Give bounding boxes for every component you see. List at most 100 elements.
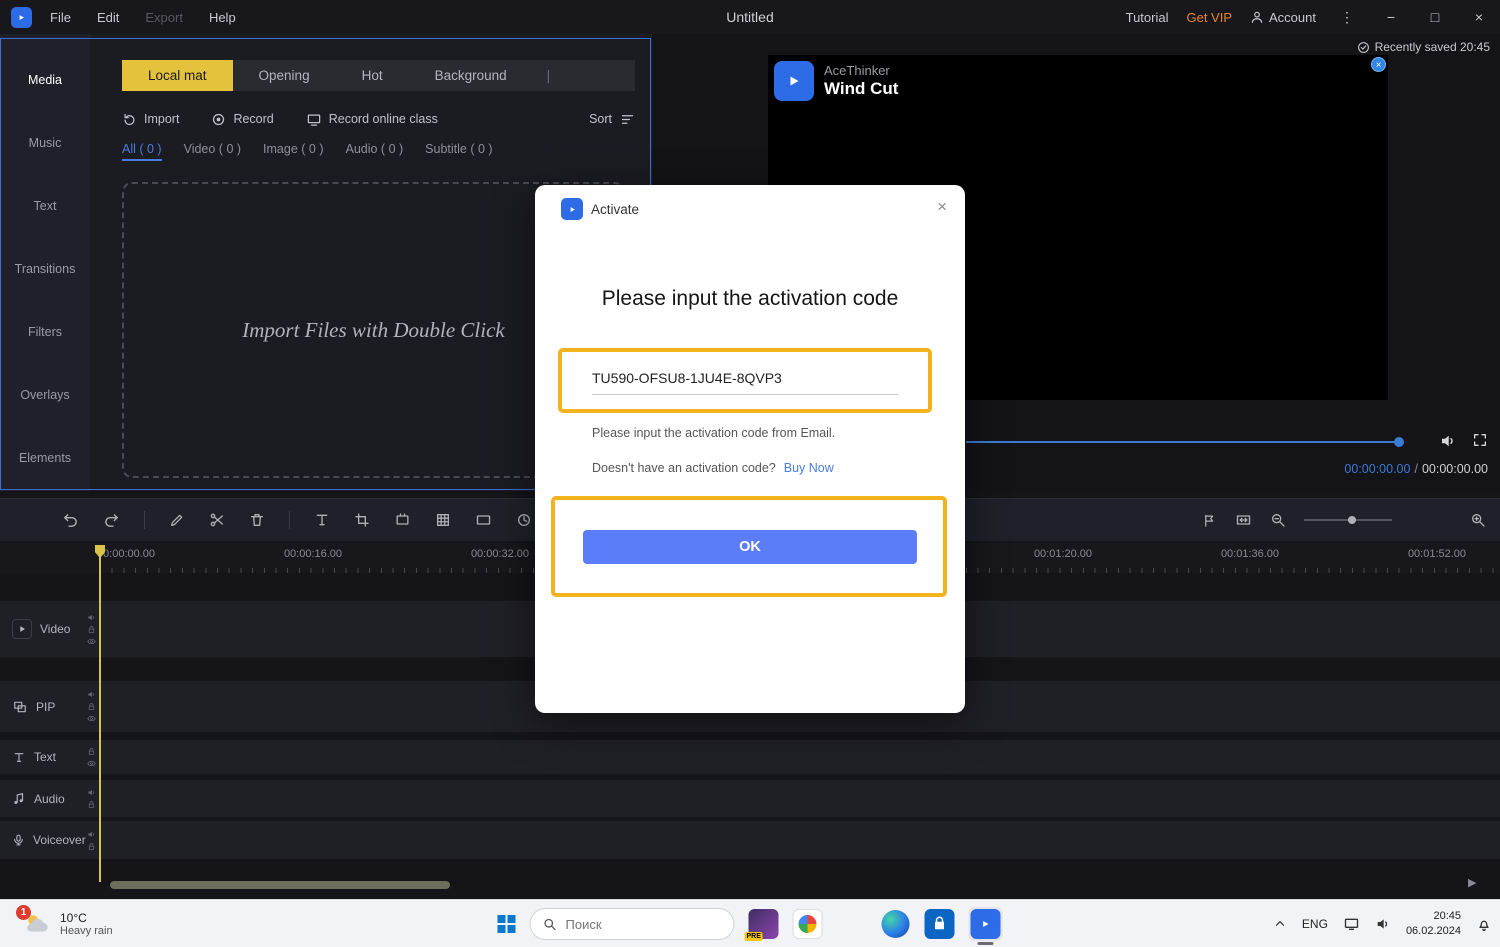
lock-icon[interactable] bbox=[87, 702, 96, 711]
playhead[interactable] bbox=[99, 545, 101, 882]
sidebar-item-elements[interactable]: Elements bbox=[0, 426, 90, 489]
undo-icon[interactable] bbox=[62, 512, 79, 529]
filter-video[interactable]: Video ( 0 ) bbox=[184, 142, 241, 161]
crop-icon[interactable] bbox=[354, 512, 370, 528]
titlebar: File Edit Export Help Untitled Tutorial … bbox=[0, 0, 1500, 34]
show-hidden-icons-chevron[interactable] bbox=[1273, 917, 1287, 931]
weather-widget[interactable]: 1 10°C Heavy rain bbox=[22, 900, 113, 947]
sort-button[interactable]: Sort bbox=[589, 112, 635, 127]
fit-timeline-icon[interactable] bbox=[1235, 512, 1252, 528]
track-audio[interactable]: Audio bbox=[0, 779, 1500, 818]
text-tool-icon[interactable] bbox=[314, 512, 330, 528]
sidebar-item-media[interactable]: Media bbox=[0, 48, 90, 111]
clock[interactable]: 20:45 06.02.2024 bbox=[1406, 909, 1461, 939]
lock-icon[interactable] bbox=[87, 842, 96, 851]
taskbar-app-edge[interactable] bbox=[881, 909, 911, 939]
record-online-label: Record online class bbox=[329, 112, 438, 126]
fullscreen-icon[interactable] bbox=[1472, 432, 1488, 448]
timeline-horizontal-scrollbar[interactable] bbox=[110, 881, 450, 889]
marker-icon[interactable] bbox=[1202, 513, 1217, 528]
tutorial-link[interactable]: Tutorial bbox=[1126, 10, 1169, 25]
record-online-class-button[interactable]: Record online class bbox=[306, 112, 438, 127]
dialog-close-icon[interactable]: × bbox=[937, 197, 947, 217]
taskbar-app-explorer[interactable] bbox=[837, 909, 867, 939]
lock-icon[interactable] bbox=[87, 800, 96, 809]
speed-icon[interactable] bbox=[516, 512, 532, 528]
media-filters: All ( 0 ) Video ( 0 ) Image ( 0 ) Audio … bbox=[122, 142, 493, 161]
zoom-in-icon[interactable] bbox=[1470, 512, 1486, 528]
taskbar-app-windcut-active[interactable] bbox=[969, 907, 1003, 941]
mute-icon[interactable] bbox=[87, 690, 96, 699]
scroll-right-arrow[interactable]: ▶ bbox=[1468, 876, 1476, 889]
mosaic-icon[interactable] bbox=[435, 512, 451, 528]
volume-slider-handle[interactable] bbox=[1394, 437, 1404, 447]
ok-button[interactable]: OK bbox=[583, 530, 917, 564]
search-input[interactable] bbox=[566, 917, 706, 932]
taskbar-search[interactable] bbox=[530, 908, 735, 940]
volume-slider-track[interactable] bbox=[966, 441, 1398, 443]
sidebar-item-overlays[interactable]: Overlays bbox=[0, 363, 90, 426]
track-voiceover[interactable]: Voiceover bbox=[0, 820, 1500, 860]
tab-hot[interactable]: Hot bbox=[336, 60, 409, 91]
annotation-highlight-input bbox=[558, 348, 932, 413]
filter-all[interactable]: All ( 0 ) bbox=[122, 142, 162, 161]
canvas-icon[interactable] bbox=[394, 512, 411, 528]
annotation-close-badge[interactable]: × bbox=[1371, 57, 1386, 72]
hide-icon[interactable] bbox=[87, 637, 96, 646]
tab-local-material[interactable]: Local mat bbox=[122, 60, 233, 91]
lock-icon[interactable] bbox=[87, 625, 96, 634]
minimize-button[interactable]: − bbox=[1378, 9, 1404, 25]
menu-edit[interactable]: Edit bbox=[97, 10, 119, 25]
edit-icon[interactable] bbox=[169, 512, 185, 528]
close-button[interactable]: × bbox=[1466, 9, 1492, 25]
redo-icon[interactable] bbox=[103, 512, 120, 529]
hide-icon[interactable] bbox=[87, 759, 96, 768]
timeline-zoom-slider[interactable] bbox=[1304, 519, 1392, 521]
maximize-button[interactable]: □ bbox=[1422, 9, 1448, 25]
more-menu-button[interactable]: ⋮ bbox=[1334, 9, 1360, 26]
lock-icon[interactable] bbox=[87, 747, 96, 756]
notifications-bell-icon[interactable] bbox=[1476, 916, 1492, 932]
mute-icon[interactable] bbox=[87, 613, 96, 622]
volume-icon[interactable] bbox=[1375, 916, 1391, 932]
language-indicator[interactable]: ENG bbox=[1302, 917, 1328, 931]
sidebar-item-filters[interactable]: Filters bbox=[0, 300, 90, 363]
track-label: Video bbox=[40, 622, 70, 636]
tab-opening[interactable]: Opening bbox=[233, 60, 336, 91]
filter-subtitle[interactable]: Subtitle ( 0 ) bbox=[425, 142, 492, 161]
network-monitor-icon[interactable] bbox=[1343, 916, 1360, 932]
record-button[interactable]: Record bbox=[211, 112, 273, 127]
mute-icon[interactable] bbox=[87, 788, 96, 797]
account-button[interactable]: Account bbox=[1250, 10, 1316, 25]
sidebar-item-text[interactable]: Text bbox=[0, 174, 90, 237]
mute-icon[interactable] bbox=[87, 830, 96, 839]
cut-icon[interactable] bbox=[209, 512, 225, 528]
delete-icon[interactable] bbox=[249, 512, 265, 528]
temperature: 10°C bbox=[60, 911, 113, 925]
activation-code-input[interactable] bbox=[592, 370, 898, 395]
speaker-icon[interactable] bbox=[1439, 432, 1457, 450]
tab-background[interactable]: Background bbox=[409, 60, 533, 91]
menu-help[interactable]: Help bbox=[209, 10, 236, 25]
start-button[interactable] bbox=[498, 915, 516, 933]
zoom-out-icon[interactable] bbox=[1270, 512, 1286, 528]
frame-icon[interactable] bbox=[475, 512, 492, 528]
sidebar-item-music[interactable]: Music bbox=[0, 111, 90, 174]
dialog-heading: Please input the activation code bbox=[535, 287, 965, 311]
screen-record-icon bbox=[306, 112, 322, 127]
zoom-slider-handle[interactable] bbox=[1348, 516, 1356, 524]
sidebar-item-transitions[interactable]: Transitions bbox=[0, 237, 90, 300]
taskbar-app-store[interactable] bbox=[925, 909, 955, 939]
filter-image[interactable]: Image ( 0 ) bbox=[263, 142, 323, 161]
taskbar-app-premiere[interactable]: PRE bbox=[749, 909, 779, 939]
filter-audio[interactable]: Audio ( 0 ) bbox=[345, 142, 403, 161]
track-label: Voiceover bbox=[33, 833, 86, 847]
import-button[interactable]: Import bbox=[122, 112, 179, 127]
record-icon bbox=[211, 112, 226, 127]
get-vip-link[interactable]: Get VIP bbox=[1186, 10, 1232, 25]
track-text[interactable]: Text bbox=[0, 739, 1500, 775]
buy-now-link[interactable]: Buy Now bbox=[784, 461, 834, 475]
taskbar-app-photos[interactable] bbox=[793, 909, 823, 939]
hide-icon[interactable] bbox=[87, 714, 96, 723]
menu-file[interactable]: File bbox=[50, 10, 71, 25]
